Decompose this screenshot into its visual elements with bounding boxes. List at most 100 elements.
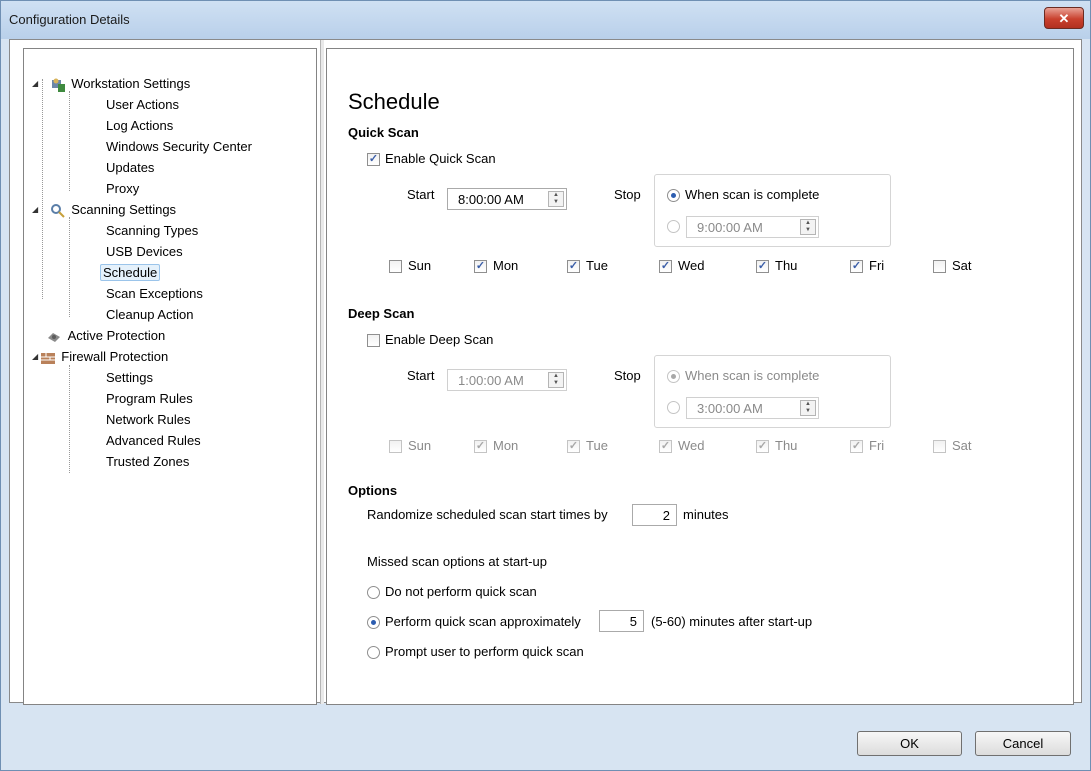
- deep-fri-label: Fri: [869, 438, 885, 453]
- expand-arrow-icon[interactable]: ◢: [32, 346, 38, 367]
- scanning-icon: [50, 203, 66, 219]
- tree-node-scan-exceptions[interactable]: Scan Exceptions: [104, 283, 205, 304]
- quick-sun-label: Sun: [408, 258, 432, 273]
- tree-node-scanning-types[interactable]: Scanning Types: [104, 220, 200, 241]
- quick-wed-label: Wed: [678, 258, 705, 273]
- perform-minutes-input[interactable]: 5: [599, 610, 644, 632]
- deep-thu-label: Thu: [775, 438, 798, 453]
- quick-start-label: Start: [407, 187, 435, 202]
- quick-mon-checkbox[interactable]: ✓: [474, 260, 487, 273]
- quick-fri-checkbox[interactable]: ✓: [850, 260, 863, 273]
- tree-node-program-rules[interactable]: Program Rules: [104, 388, 195, 409]
- prompt-user-radio[interactable]: [367, 646, 380, 659]
- deep-start-label: Start: [407, 368, 435, 383]
- tree-node-log-actions[interactable]: Log Actions: [104, 115, 175, 136]
- quick-wed-checkbox[interactable]: ✓: [659, 260, 672, 273]
- schedule-panel: Schedule Quick Scan ✓ Enable Quick Scan …: [326, 48, 1074, 705]
- enable-quick-scan-checkbox[interactable]: ✓: [367, 153, 380, 166]
- tree-node-active-protection[interactable]: Active Protection: [46, 325, 167, 346]
- deep-mon-checkbox[interactable]: ✓: [474, 440, 487, 453]
- quick-start-time-input[interactable]: 8:00:00 AM ▲ ▼: [447, 188, 567, 210]
- window-title: Configuration Details: [9, 12, 130, 27]
- deep-sat-label: Sat: [952, 438, 972, 453]
- quick-thu-label: Thu: [775, 258, 798, 273]
- deep-stop-when-complete-radio[interactable]: [667, 370, 680, 383]
- tree-node-usb-devices[interactable]: USB Devices: [104, 241, 185, 262]
- tree-node-workstation-settings[interactable]: ◢ Workstation Settings: [32, 73, 192, 94]
- active-protection-icon: [46, 329, 62, 345]
- quick-sat-label: Sat: [952, 258, 972, 273]
- expand-arrow-icon[interactable]: ◢: [32, 73, 38, 94]
- randomize-minutes-unit: minutes: [683, 507, 729, 522]
- deep-stop-time-input[interactable]: 3:00:00 AM ▲ ▼: [686, 397, 819, 419]
- deep-scan-heading: Deep Scan: [348, 306, 415, 321]
- quick-scan-heading: Quick Scan: [348, 125, 419, 140]
- panel-splitter[interactable]: [320, 40, 324, 704]
- do-not-perform-radio[interactable]: [367, 586, 380, 599]
- configuration-dialog: Configuration Details ✕ ◢ Workstation Se…: [0, 0, 1091, 771]
- tree-node-cleanup-action[interactable]: Cleanup Action: [104, 304, 195, 325]
- ok-button[interactable]: OK: [857, 731, 962, 756]
- tree-node-firewall-protection[interactable]: ◢ Firewall Protection: [32, 346, 170, 367]
- randomize-minutes-input[interactable]: 2: [632, 504, 677, 526]
- tree-node-network-rules[interactable]: Network Rules: [104, 409, 193, 430]
- tree-node-user-actions[interactable]: User Actions: [104, 94, 181, 115]
- missed-scan-label: Missed scan options at start-up: [367, 554, 547, 569]
- tree-node-advanced-rules[interactable]: Advanced Rules: [104, 430, 203, 451]
- deep-stop-label: Stop: [614, 368, 641, 383]
- spin-arrows-icon[interactable]: ▲ ▼: [800, 400, 816, 416]
- dialog-body: ◢ Workstation Settings User Actions Log …: [9, 39, 1082, 705]
- spin-arrows-icon[interactable]: ▲ ▼: [548, 191, 564, 207]
- deep-fri-checkbox[interactable]: ✓: [850, 440, 863, 453]
- close-button[interactable]: ✕: [1044, 7, 1084, 29]
- deep-tue-checkbox[interactable]: ✓: [567, 440, 580, 453]
- quick-stop-label: Stop: [614, 187, 641, 202]
- tree-node-firewall-settings[interactable]: Settings: [104, 367, 155, 388]
- do-not-perform-label: Do not perform quick scan: [385, 584, 537, 599]
- enable-deep-scan-label: Enable Deep Scan: [385, 332, 494, 347]
- perform-minutes-suffix: (5-60) minutes after start-up: [651, 614, 813, 629]
- quick-when-complete-label: When scan is complete: [685, 187, 820, 202]
- deep-thu-checkbox[interactable]: ✓: [756, 440, 769, 453]
- quick-sun-checkbox[interactable]: [389, 260, 402, 273]
- options-heading: Options: [348, 483, 398, 498]
- deep-mon-label: Mon: [493, 438, 519, 453]
- deep-tue-label: Tue: [586, 438, 608, 453]
- quick-stop-when-complete-radio[interactable]: [667, 189, 680, 202]
- quick-mon-label: Mon: [493, 258, 519, 273]
- spin-arrows-icon[interactable]: ▲ ▼: [800, 219, 816, 235]
- quick-tue-checkbox[interactable]: ✓: [567, 260, 580, 273]
- enable-deep-scan-checkbox[interactable]: [367, 334, 380, 347]
- tree-node-schedule[interactable]: Schedule: [100, 262, 161, 283]
- quick-stop-time-input[interactable]: 9:00:00 AM ▲ ▼: [686, 216, 819, 238]
- tree-node-scanning-settings[interactable]: ◢ Scanning Settings: [32, 199, 178, 220]
- perform-quick-scan-label: Perform quick scan approximately: [385, 614, 581, 629]
- quick-thu-checkbox[interactable]: ✓: [756, 260, 769, 273]
- deep-start-time-input[interactable]: 1:00:00 AM ▲ ▼: [447, 369, 567, 391]
- deep-sat-checkbox[interactable]: [933, 440, 946, 453]
- quick-sat-checkbox[interactable]: [933, 260, 946, 273]
- deep-when-complete-label: When scan is complete: [685, 368, 820, 383]
- tree-node-proxy[interactable]: Proxy: [104, 178, 141, 199]
- randomize-label: Randomize scheduled scan start times by: [367, 507, 608, 522]
- quick-fri-label: Fri: [869, 258, 885, 273]
- prompt-user-label: Prompt user to perform quick scan: [385, 644, 584, 659]
- deep-wed-checkbox[interactable]: ✓: [659, 440, 672, 453]
- perform-quick-scan-radio[interactable]: [367, 616, 380, 629]
- deep-sun-checkbox[interactable]: [389, 440, 402, 453]
- tree-node-windows-security-center[interactable]: Windows Security Center: [104, 136, 254, 157]
- expand-arrow-icon[interactable]: ◢: [32, 199, 38, 220]
- tree-node-updates[interactable]: Updates: [104, 157, 156, 178]
- firewall-icon: [40, 350, 56, 366]
- workstation-icon: [50, 77, 66, 93]
- deep-sun-label: Sun: [408, 438, 432, 453]
- spin-arrows-icon[interactable]: ▲ ▼: [548, 372, 564, 388]
- page-title: Schedule: [348, 89, 440, 114]
- tree-node-trusted-zones[interactable]: Trusted Zones: [104, 451, 191, 472]
- enable-quick-scan-label: Enable Quick Scan: [385, 151, 496, 166]
- cancel-button[interactable]: Cancel: [975, 731, 1071, 756]
- settings-tree: ◢ Workstation Settings User Actions Log …: [23, 48, 317, 705]
- quick-tue-label: Tue: [586, 258, 608, 273]
- quick-stop-at-time-radio[interactable]: [667, 220, 680, 233]
- deep-stop-at-time-radio[interactable]: [667, 401, 680, 414]
